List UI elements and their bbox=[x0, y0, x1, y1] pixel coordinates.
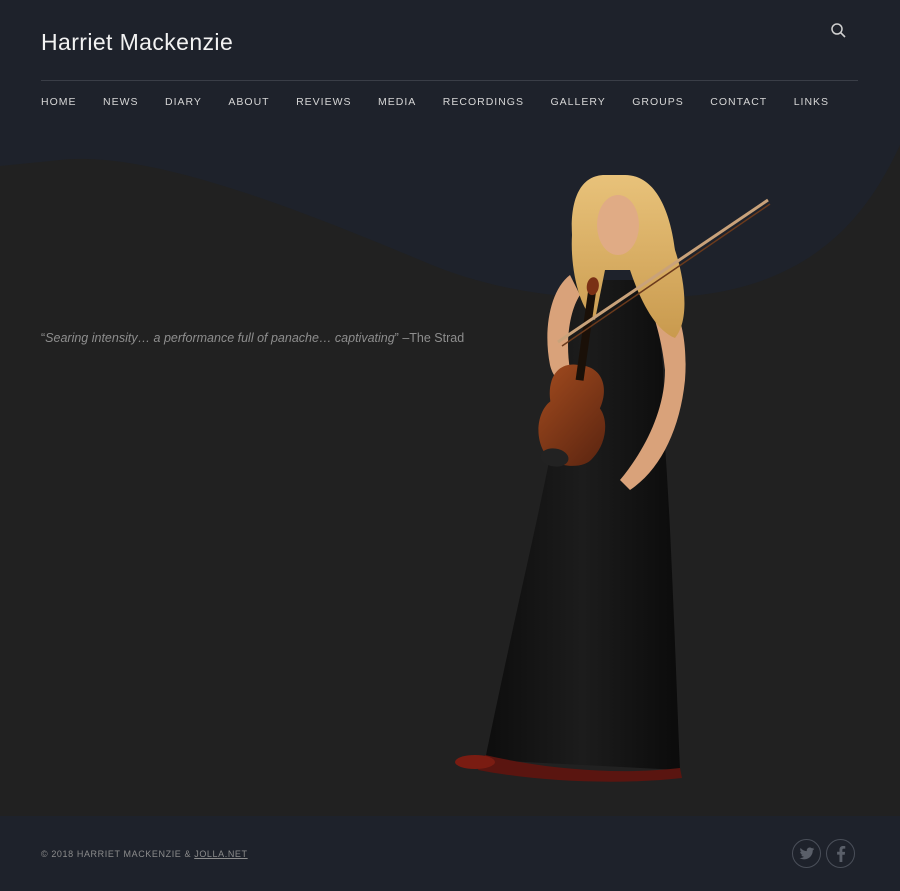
facebook-icon bbox=[836, 845, 845, 862]
header-divider bbox=[41, 80, 858, 81]
nav-item-links[interactable]: LINKS bbox=[794, 96, 829, 108]
twitter-button[interactable] bbox=[792, 839, 821, 868]
nav-item-about[interactable]: ABOUT bbox=[228, 96, 269, 108]
nav-item-gallery[interactable]: GALLERY bbox=[550, 96, 605, 108]
site-title[interactable]: Harriet Mackenzie bbox=[41, 29, 233, 56]
jolla-link[interactable]: JOLLA.NET bbox=[194, 849, 247, 859]
copyright-text: © 2018 HARRIET MACKENZIE & bbox=[41, 849, 195, 859]
search-icon bbox=[831, 23, 846, 38]
nav-item-news[interactable]: NEWS bbox=[103, 96, 139, 108]
nav-item-contact[interactable]: CONTACT bbox=[710, 96, 767, 108]
nav-item-home[interactable]: HOME bbox=[41, 96, 77, 108]
violinist-photo bbox=[455, 175, 771, 782]
nav-item-groups[interactable]: GROUPS bbox=[632, 96, 684, 108]
twitter-icon bbox=[799, 846, 814, 859]
nav-item-reviews[interactable]: REVIEWS bbox=[296, 96, 351, 108]
nav-item-media[interactable]: MEDIA bbox=[378, 96, 416, 108]
facebook-button[interactable] bbox=[826, 839, 855, 868]
quote-text: Searing intensity… a performance full of… bbox=[45, 331, 395, 345]
main-nav: HOME NEWS DIARY ABOUT REVIEWS MEDIA RECO… bbox=[41, 96, 856, 108]
site-header bbox=[0, 0, 900, 140]
nav-item-diary[interactable]: DIARY bbox=[165, 96, 202, 108]
nav-item-recordings[interactable]: RECORDINGS bbox=[443, 96, 524, 108]
review-quote: “Searing intensity… a performance full o… bbox=[41, 331, 464, 345]
search-button[interactable] bbox=[826, 19, 850, 43]
copyright: © 2018 HARRIET MACKENZIE & JOLLA.NET bbox=[41, 849, 248, 859]
